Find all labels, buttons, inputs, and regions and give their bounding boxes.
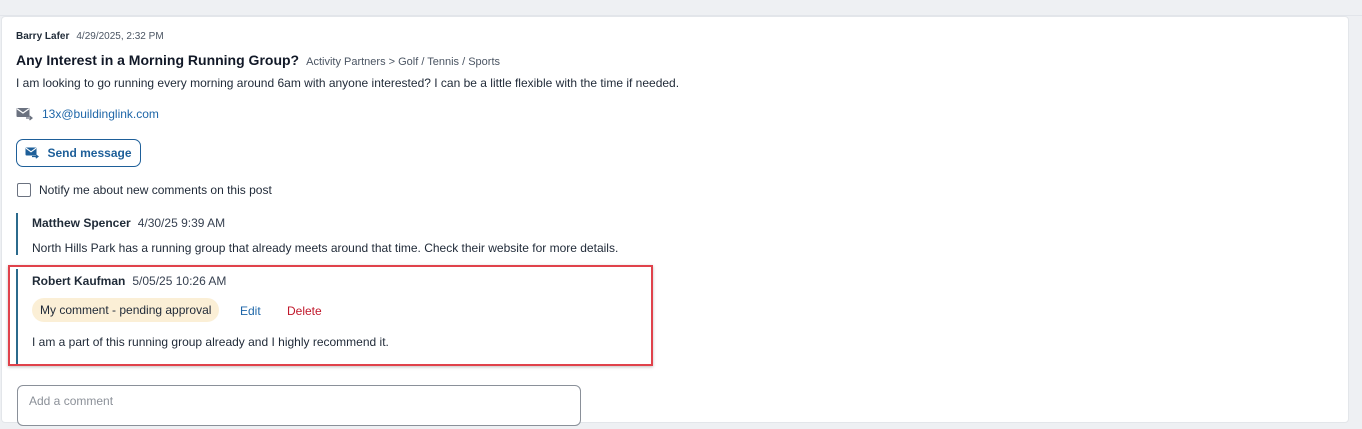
notify-label[interactable]: Notify me about new comments on this pos…: [39, 183, 272, 197]
post-date: 4/29/2025, 2:32 PM: [76, 31, 164, 42]
delete-comment-link[interactable]: Delete: [287, 304, 322, 318]
notify-row: Notify me about new comments on this pos…: [17, 183, 272, 197]
post-author-line: Barry Lafer 4/29/2025, 2:32 PM: [16, 31, 164, 42]
email-row: 13x@buildinglink.com: [16, 107, 159, 121]
post-card: Barry Lafer 4/29/2025, 2:32 PM Any Inter…: [1, 16, 1349, 426]
send-message-icon: [25, 147, 40, 159]
post-author: Barry Lafer: [16, 31, 70, 42]
pending-approval-badge: My comment - pending approval: [32, 298, 220, 322]
pending-approval-text: My comment - pending approval: [40, 303, 212, 317]
comment-header: Matthew Spencer 4/30/25 9:39 AM: [32, 216, 225, 230]
comment-header: Robert Kaufman 5/05/25 10:26 AM: [32, 274, 226, 288]
comment-date: 5/05/25 10:26 AM: [132, 274, 227, 288]
post-category[interactable]: Activity Partners > Golf / Tennis / Spor…: [306, 56, 500, 68]
mail-icon: [16, 107, 33, 121]
email-link[interactable]: 13x@buildinglink.com: [42, 107, 159, 121]
comment-thread-bar: [16, 213, 18, 255]
post-title-line: Any Interest in a Morning Running Group?…: [16, 52, 500, 68]
send-message-button[interactable]: Send message: [16, 139, 141, 167]
comment-thread-bar: [16, 269, 18, 364]
edit-comment-link[interactable]: Edit: [240, 304, 261, 318]
comment-text: I am a part of this running group alread…: [32, 335, 389, 349]
comment-author: Matthew Spencer: [32, 216, 131, 230]
post-body: I am looking to go running every morning…: [16, 76, 680, 90]
send-message-label: Send message: [47, 146, 132, 160]
post-title: Any Interest in a Morning Running Group?: [16, 52, 300, 68]
comment-author: Robert Kaufman: [32, 274, 126, 288]
notify-checkbox[interactable]: [17, 183, 31, 197]
comment-date: 4/30/25 9:39 AM: [137, 216, 226, 230]
add-comment-input[interactable]: [17, 385, 581, 426]
comment-text: North Hills Park has a running group tha…: [32, 241, 619, 255]
top-strip: [0, 0, 1362, 16]
